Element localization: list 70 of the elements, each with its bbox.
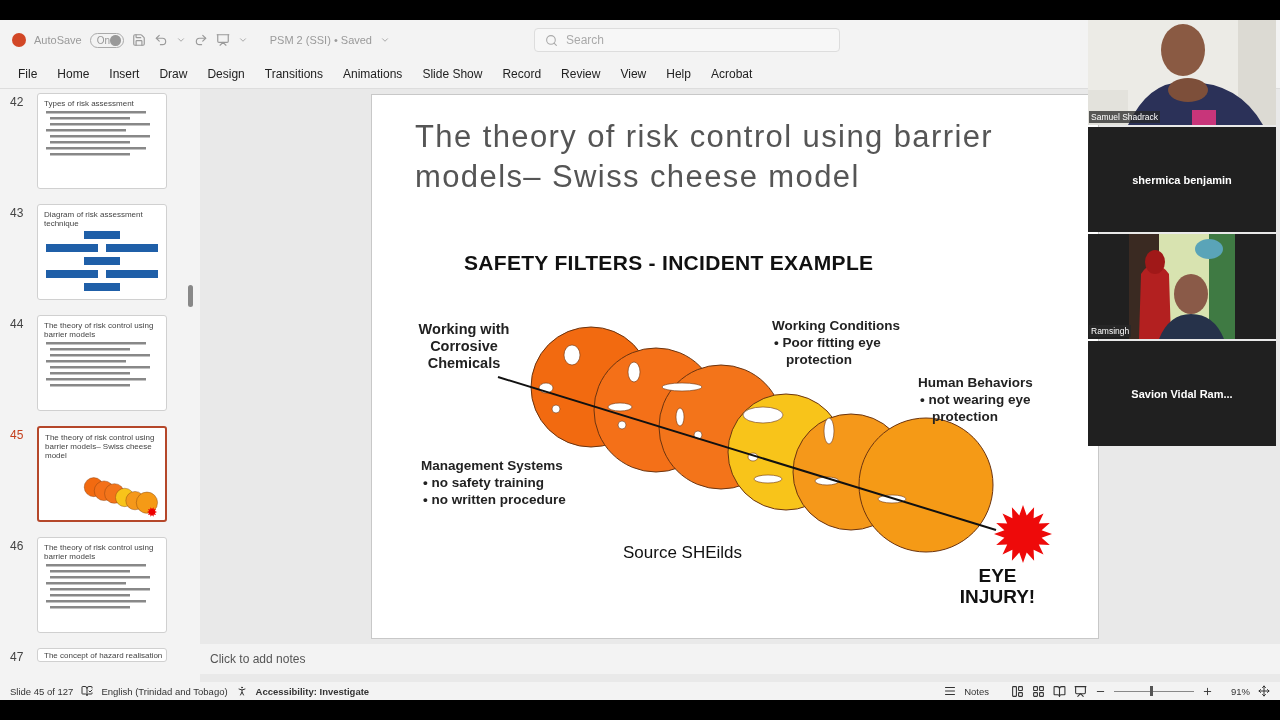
ribbon-tab[interactable]: File	[18, 67, 38, 81]
slide-number: 43	[10, 205, 25, 222]
factor-bullet: • Poor fitting eye protection	[773, 334, 882, 368]
scrollbar-thumb[interactable]	[188, 285, 193, 307]
notes-button[interactable]: Notes	[964, 685, 989, 697]
thumbnail-title: Types of risk assessment	[44, 99, 135, 108]
diagram-heading: SAFETY FILTERS - INCIDENT EXAMPLE	[464, 251, 874, 275]
ribbon-tab[interactable]: Insert	[109, 67, 140, 81]
slide-number: 42	[10, 94, 25, 111]
zoom-in-icon[interactable]	[1202, 685, 1213, 697]
ribbon-tab[interactable]: Record	[502, 67, 542, 81]
ribbon-tab[interactable]: Transitions	[264, 67, 323, 81]
sorter-view-icon[interactable]	[1032, 684, 1045, 698]
thumbnail-title: The concept of hazard realisation	[44, 651, 160, 660]
factor-title: Human Behaviors	[918, 374, 1034, 391]
slide-thumbnail[interactable]: Diagram of risk assessment technique	[37, 204, 167, 300]
presentation-icon[interactable]	[215, 33, 230, 47]
slide-number: 44	[10, 316, 25, 333]
slide-number: 47	[10, 649, 25, 662]
slide-number: 46	[10, 538, 25, 555]
slide-thumbnail[interactable]: The theory of risk control using barrier models– Swiss cheese model	[37, 426, 167, 522]
ribbon-tab[interactable]: Acrobat	[710, 67, 753, 81]
ribbon-tab[interactable]: Design	[207, 67, 245, 81]
save-icon[interactable]	[131, 33, 146, 47]
outcome-label: EYE INJURY!	[958, 565, 1037, 607]
factor-bullet: • not wearing eye protection	[919, 391, 1032, 425]
slide-thumbnail[interactable]: The theory of risk control using barrier models	[37, 537, 167, 633]
participant-name: shermica benjamin	[1132, 173, 1232, 186]
burst-icon	[994, 505, 1052, 563]
slide-number: 45	[10, 427, 25, 444]
thumbnail-title: The theory of risk control using barrier models	[44, 321, 155, 339]
slide-title: The theory of risk control using barrier models– Swiss cheese model	[415, 118, 995, 196]
ribbon-tab[interactable]: Review	[561, 67, 601, 81]
accessibility-status[interactable]: Accessibility: Investigate	[255, 685, 370, 697]
participant-name: Savion Vidal Ram...	[1131, 387, 1233, 400]
slide-thumbnail[interactable]: Types of risk assessment	[37, 93, 167, 189]
fit-icon[interactable]	[1258, 685, 1270, 697]
factor-bullet: • no written procedure	[422, 491, 567, 508]
zoom-level[interactable]: 91%	[1231, 685, 1250, 697]
slide-thumbnail[interactable]: The theory of risk control using barrier models	[37, 315, 167, 411]
autosave-label: AutoSave	[34, 34, 82, 46]
slide-position: Slide 45 of 127	[10, 685, 74, 697]
spelling-icon[interactable]	[81, 685, 94, 697]
participant-name: Ramsingh	[1089, 325, 1132, 337]
source-note: Source SHEilds	[623, 543, 743, 563]
language-label[interactable]: English (Trinidad and Tobago)	[101, 685, 228, 697]
reading-view-icon[interactable]	[1053, 684, 1066, 698]
hazard-label: Working with Corrosive Chemicals	[417, 321, 511, 372]
notes-placeholder[interactable]: Click to add notes	[210, 652, 306, 666]
notes-icon[interactable]	[944, 685, 957, 697]
thumbnail-title: The theory of risk control using barrier models– Swiss cheese model	[45, 433, 156, 460]
factor-bullet: • no safety training	[422, 474, 545, 491]
search-icon	[545, 33, 558, 47]
thumbnail-title: Diagram of risk assessment technique	[44, 210, 144, 228]
normal-view-icon[interactable]	[1011, 684, 1024, 698]
ribbon-tab[interactable]: Help	[666, 67, 691, 81]
ribbon-tab[interactable]: Home	[57, 67, 90, 81]
slideshow-icon[interactable]	[1074, 684, 1087, 698]
ribbon-tab[interactable]: Animations	[343, 67, 403, 81]
factor-title: Working Conditions	[772, 317, 901, 334]
undo-icon[interactable]	[153, 33, 168, 47]
ribbon-tab[interactable]: View	[620, 67, 647, 81]
participant-name: Samuel Shadrack	[1089, 111, 1161, 123]
ribbon-tab[interactable]: Slide Show	[422, 67, 483, 81]
zoom-slider-thumb[interactable]	[1150, 685, 1153, 696]
factor-title: Management Systems	[421, 457, 564, 474]
ribbon-tab[interactable]: Draw	[159, 67, 188, 81]
app-logo-icon[interactable]	[12, 33, 26, 47]
slide-thumbnail[interactable]: The concept of hazard realisation	[37, 648, 167, 662]
thumbnail-title: The theory of risk control using barrier models	[44, 543, 155, 561]
